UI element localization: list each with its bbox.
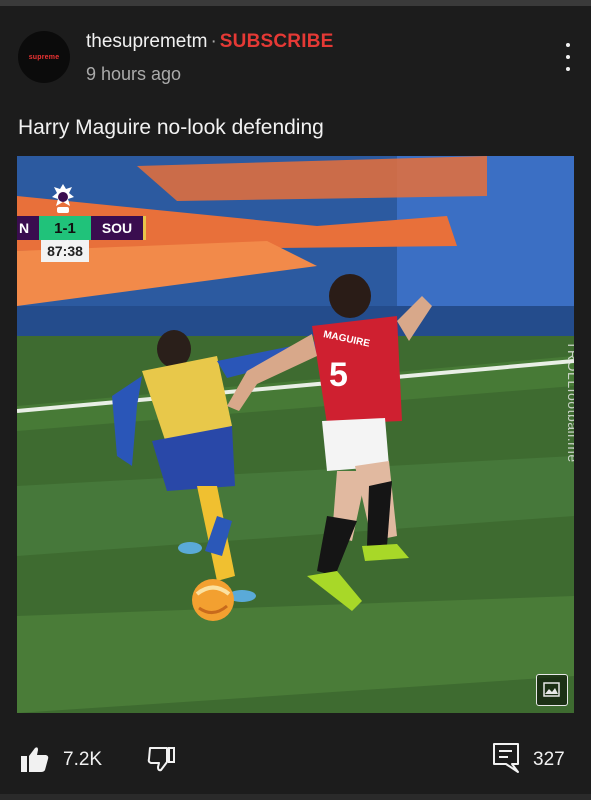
comment-count: 327 <box>533 749 565 770</box>
match-clock: 87:38 <box>41 240 89 262</box>
post-header: thesupremetm · SUBSCRIBE <box>86 31 334 53</box>
shirt-number: 5 <box>329 356 348 394</box>
comment-icon[interactable] <box>492 742 520 774</box>
premier-league-logo <box>52 184 74 213</box>
channel-name[interactable]: thesupremetm <box>86 31 207 52</box>
post-timestamp: 9 hours ago <box>86 64 182 84</box>
channel-avatar[interactable]: supreme <box>18 31 70 83</box>
bottom-edge <box>0 794 591 800</box>
post-text: Harry Maguire no-look defending <box>18 116 324 139</box>
subscribe-button[interactable]: SUBSCRIBE <box>220 31 334 52</box>
image-glyph <box>543 682 560 697</box>
match-score: 1-1 <box>39 216 91 240</box>
menu-dot <box>566 67 570 71</box>
like-count: 7.2K <box>63 749 103 770</box>
post-image[interactable]: 5 MAGUIRE N 1-1 SOU 87:38 TROLLfootball.… <box>17 156 574 713</box>
board-base <box>17 306 574 338</box>
away-team: SOU <box>91 216 146 240</box>
avatar-text: supreme <box>28 53 60 61</box>
watermark: TROLLfootball.me <box>565 341 574 463</box>
thumb-down-icon[interactable] <box>147 745 177 773</box>
menu-dot <box>566 43 570 47</box>
separator-dot: · <box>210 31 217 52</box>
menu-dot <box>566 55 570 59</box>
home-team: N <box>17 216 39 240</box>
image-icon[interactable] <box>536 674 568 706</box>
action-bar: 7.2K 327 <box>0 735 591 785</box>
score-row: N 1-1 SOU <box>17 216 146 240</box>
thumb-up-icon[interactable] <box>20 745 50 773</box>
football <box>192 579 234 621</box>
more-vert-icon[interactable] <box>556 43 580 71</box>
status-bar-edge <box>0 0 591 6</box>
